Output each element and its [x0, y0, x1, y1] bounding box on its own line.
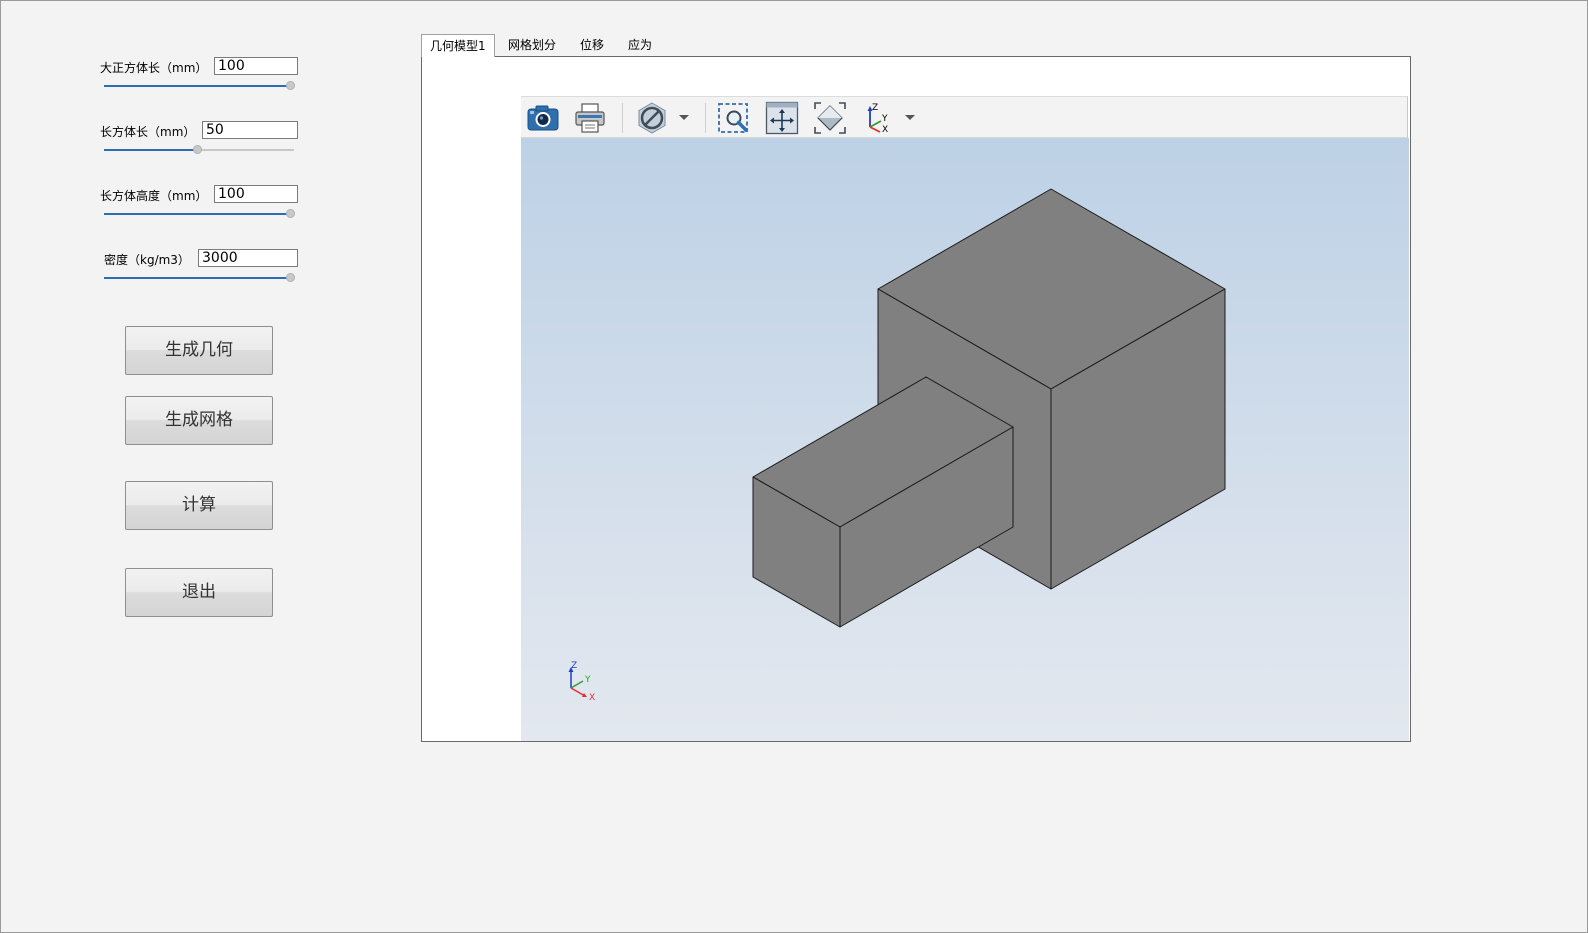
axes-triad-icon[interactable]: Z Y X	[861, 101, 895, 135]
slider-handle[interactable]	[286, 81, 295, 90]
slider-fill	[104, 277, 290, 279]
corner-triad-y: Y	[584, 675, 591, 685]
cube-length-slider[interactable]	[104, 80, 295, 92]
compute-button[interactable]: 计算	[125, 481, 273, 530]
exit-button[interactable]: 退出	[125, 568, 273, 617]
param-label-density: 密度（kg/m3）	[104, 253, 190, 267]
cuboid-length-slider[interactable]	[104, 144, 294, 156]
cuboid-length-input[interactable]	[202, 121, 298, 139]
tab-displacement[interactable]: 位移	[572, 34, 612, 56]
3d-viewport[interactable]: Z Y X	[521, 138, 1409, 741]
tab-meshing[interactable]: 网格划分	[500, 34, 564, 56]
camera-icon[interactable]	[526, 101, 560, 135]
corner-triad-z: Z	[571, 661, 577, 671]
model-render: Z Y X	[568, 188, 1226, 703]
cuboid-height-slider[interactable]	[104, 208, 295, 220]
slider-fill	[104, 213, 290, 215]
corner-axes-triad: Z Y X	[568, 661, 595, 703]
tab-stress[interactable]: 应为	[620, 34, 660, 56]
density-input[interactable]	[198, 249, 298, 267]
cube-length-input[interactable]	[214, 57, 298, 75]
slider-fill	[104, 85, 290, 87]
corner-triad-x: X	[589, 693, 595, 703]
tab-geometry-model[interactable]: 几何模型1	[421, 34, 495, 57]
density-slider[interactable]	[104, 272, 295, 284]
slider-fill	[104, 149, 197, 151]
param-label-cuboid-length: 长方体长（mm）	[100, 125, 196, 139]
printer-icon[interactable]	[573, 101, 607, 135]
param-label-cube-length: 大正方体长（mm）	[100, 61, 208, 75]
triad-label-z: Z	[872, 103, 878, 113]
generate-mesh-button[interactable]: 生成网格	[125, 396, 273, 445]
viewer-toolbar: Z Y X	[521, 96, 1408, 138]
pan-icon[interactable]	[765, 101, 799, 135]
fit-all-icon[interactable]	[813, 101, 847, 135]
triad-label-x: X	[882, 125, 888, 135]
generate-geometry-button[interactable]: 生成几何	[125, 326, 273, 375]
cuboid-height-input[interactable]	[214, 185, 298, 203]
zoom-window-icon[interactable]	[717, 101, 751, 135]
toolbar-separator	[622, 103, 623, 133]
chevron-down-icon[interactable]	[903, 109, 917, 125]
no-symbol-icon[interactable]	[635, 101, 669, 135]
toolbar-separator	[705, 103, 706, 133]
slider-handle[interactable]	[286, 273, 295, 282]
chevron-down-icon[interactable]	[677, 109, 691, 125]
param-label-cuboid-height: 长方体高度（mm）	[100, 189, 208, 203]
slider-handle[interactable]	[193, 145, 202, 154]
triad-label-y: Y	[881, 114, 888, 124]
3d-viewer: Z Y X Z Y X	[521, 96, 1409, 741]
slider-handle[interactable]	[286, 209, 295, 218]
